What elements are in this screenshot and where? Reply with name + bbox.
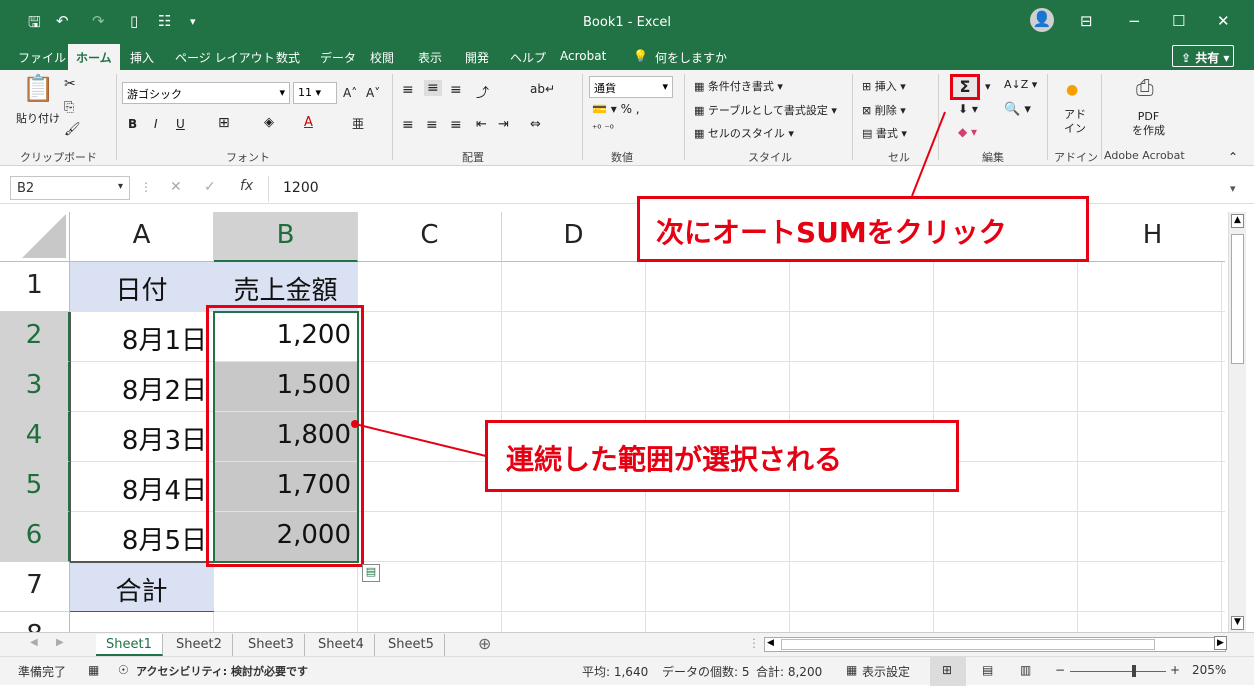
macro-record-icon[interactable]: ▦ [88,663,99,677]
zoom-slider-thumb[interactable] [1132,665,1136,677]
normal-view-icon[interactable]: ⊞ [930,657,966,686]
status-count: データの個数: 5 [662,665,750,679]
accessibility-icon[interactable]: ☉ [118,663,129,677]
accessibility-status[interactable]: アクセシビリティ: 検討が必要です [136,663,308,679]
sheet-tab-5[interactable]: Sheet5 [378,634,445,656]
sheet-tab-2[interactable]: Sheet2 [166,634,233,656]
range-pointer-line [354,423,487,457]
sheet-tab-4[interactable]: Sheet4 [308,634,375,656]
display-settings-button[interactable]: 表示設定 [862,663,910,680]
sheet-tab-bar: ◀ ▶ Sheet1 Sheet2 Sheet3 Sheet4 Sheet5 ⊕… [0,632,1254,656]
sheet-tab-3[interactable]: Sheet3 [238,634,305,656]
autosum-pointer-line [911,111,946,197]
page-layout-view-icon[interactable]: ▤ [982,663,993,677]
add-sheet-icon[interactable]: ⊕ [478,634,491,653]
zoom-in-icon[interactable]: + [1170,663,1180,677]
scroll-left-icon[interactable]: ◀ [767,638,774,648]
status-bar: 準備完了 ▦ ☉ アクセシビリティ: 検討が必要です 平均: 1,640 データ… [0,656,1254,686]
zoom-out-icon[interactable]: − [1055,663,1065,677]
range-pointer-dot [351,420,359,428]
sheet-tab-1[interactable]: Sheet1 [96,634,163,656]
next-sheet-icon[interactable]: ▶ [56,637,64,648]
horizontal-scrollbar[interactable]: ◀ [764,637,1226,652]
status-average: 平均: 1,640 [582,665,649,679]
scroll-right-icon[interactable]: ▶ [1214,636,1227,650]
split-grip-icon[interactable]: ⋮ [748,636,760,650]
callout-lines [351,111,946,457]
horizontal-scroll-thumb[interactable] [781,639,1155,650]
status-sum: 合計: 8,200 [756,665,823,679]
display-settings-icon[interactable]: ▦ [846,663,857,677]
zoom-level[interactable]: 205% [1192,663,1226,677]
prev-sheet-icon[interactable]: ◀ [30,637,38,648]
page-break-view-icon[interactable]: ▥ [1020,663,1031,677]
zoom-slider[interactable] [1070,671,1166,672]
status-ready: 準備完了 [18,665,67,679]
